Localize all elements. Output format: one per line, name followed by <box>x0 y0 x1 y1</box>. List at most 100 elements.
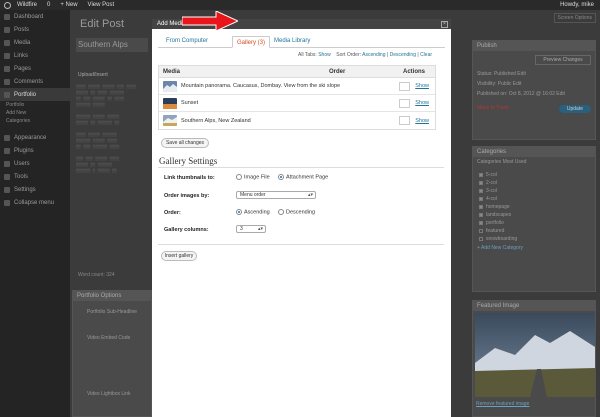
insert-gallery-button[interactable]: Insert gallery <box>161 251 197 261</box>
categories-list: 5-col 2-col 3-col 4-col homepage landscapes po… <box>473 167 595 243</box>
gallery-columns-select[interactable]: 3 ▴▾ <box>236 225 266 233</box>
add-new-category-link[interactable]: + Add New Category <box>473 243 595 253</box>
admin-bar-new[interactable]: + New <box>60 2 77 8</box>
posts-icon <box>4 26 10 33</box>
featured-image-thumbnail[interactable] <box>475 313 595 397</box>
col-actions-header: Actions <box>402 68 425 75</box>
post-title-input[interactable]: Southern Alps <box>76 38 148 52</box>
category-checkbox[interactable] <box>479 236 483 241</box>
categories-tabs[interactable]: Categories Most Used <box>473 157 595 167</box>
move-to-trash-link[interactable]: Move to Trash <box>477 105 509 113</box>
update-button[interactable]: Update <box>558 105 591 113</box>
admin-bar-view-post[interactable]: View Post <box>88 2 115 8</box>
order-input[interactable] <box>399 98 411 108</box>
upload-insert-label[interactable]: Upload/Insert <box>78 72 108 78</box>
show-link[interactable]: Show <box>415 100 429 106</box>
media-title: Southern Alps, New Zealand <box>181 117 251 124</box>
media-icon <box>4 39 10 46</box>
po-field-video-lightbox: Video Lightbox Link <box>87 391 131 397</box>
sidebar-item-posts[interactable]: Posts <box>0 23 70 36</box>
sidebar-item-comments[interactable]: Comments <box>0 75 70 88</box>
sidebar-item-plugins[interactable]: Plugins <box>0 144 70 157</box>
admin-bar-howdy[interactable]: Howdy, mike <box>560 2 594 8</box>
sort-ascending-link[interactable]: Ascending <box>362 52 385 58</box>
comments-icon <box>4 78 10 85</box>
category-item[interactable]: 5-col <box>479 171 595 179</box>
sidebar-item-users[interactable]: Users <box>0 157 70 170</box>
radio-attachment-page[interactable]: Attachment Page <box>278 174 328 180</box>
appearance-icon <box>4 134 10 141</box>
admin-bar-site[interactable]: Wildfire <box>17 2 37 8</box>
order-by-select[interactable]: Menu order ▴▾ <box>236 191 316 199</box>
remove-featured-image-link[interactable]: Remove featured image <box>473 401 595 407</box>
category-checkbox[interactable] <box>479 212 483 217</box>
featured-image-header: Featured Image <box>473 301 595 311</box>
sort-descending-link[interactable]: Descending <box>390 52 416 58</box>
sidebar-collapse-menu[interactable]: Collapse menu <box>0 196 70 209</box>
category-checkbox[interactable] <box>479 180 483 185</box>
category-label: featured <box>486 228 505 234</box>
category-checkbox[interactable] <box>479 204 483 209</box>
show-link[interactable]: Show <box>415 83 429 89</box>
order-input[interactable] <box>399 81 411 91</box>
radio-ascending[interactable]: Ascending <box>236 209 270 215</box>
sort-clear-link[interactable]: Clear <box>420 52 432 58</box>
radio-attachment-page-icon[interactable] <box>278 174 284 180</box>
radio-descending-icon[interactable] <box>278 209 284 215</box>
close-icon[interactable]: × <box>441 20 448 28</box>
sidebar-item-media[interactable]: Media <box>0 36 70 49</box>
tab-media-library[interactable]: Media Library <box>270 35 314 47</box>
category-label: 4-col <box>486 196 497 202</box>
users-icon <box>4 160 10 167</box>
links-icon <box>4 52 10 59</box>
category-checkbox[interactable] <box>479 196 483 201</box>
order-input[interactable] <box>399 116 411 125</box>
tools-icon <box>4 173 10 180</box>
radio-image-file[interactable]: Image File <box>236 174 270 180</box>
tab-gallery[interactable]: Gallery (3) <box>232 36 271 48</box>
sidebar-item-tools[interactable]: Tools <box>0 170 70 183</box>
show-link[interactable]: Show <box>415 118 429 124</box>
sidebar-sub-add-new[interactable]: Add New <box>0 109 70 117</box>
gallery-media-table: Media Order Actions Mountain panorama. C… <box>158 65 436 130</box>
sidebar-item-appearance[interactable]: Appearance <box>0 131 70 144</box>
radio-ascending-icon[interactable] <box>236 209 242 215</box>
table-header: Media Order Actions <box>159 66 435 78</box>
tab-from-computer[interactable]: From Computer <box>162 35 232 47</box>
sidebar-item-dashboard[interactable]: Dashboard <box>0 10 70 23</box>
category-item[interactable]: featured <box>479 227 595 235</box>
category-item[interactable]: 4-col <box>479 195 595 203</box>
category-checkbox[interactable] <box>479 228 483 233</box>
settings-icon <box>4 186 10 193</box>
radio-image-file-icon[interactable] <box>236 174 242 180</box>
radio-descending[interactable]: Descending <box>278 209 315 215</box>
category-item[interactable]: portfolio <box>479 219 595 227</box>
categories-panel: Categories Categories Most Used 5-col 2-c… <box>472 146 596 292</box>
admin-bar-comments[interactable]: 0 <box>47 2 50 8</box>
sidebar-item-portfolio[interactable]: Portfolio <box>0 88 70 101</box>
po-field-subheadline: Portfolio Sub-Headline <box>87 309 138 315</box>
sidebar-item-links[interactable]: Links <box>0 49 70 62</box>
sidebar-sub-portfolio[interactable]: Portfolio <box>0 101 70 109</box>
category-item[interactable]: snowboarding <box>479 235 595 243</box>
sidebar-item-pages[interactable]: Pages <box>0 62 70 75</box>
col-order-header: Order <box>329 68 346 75</box>
link-thumbnails-label: Link thumbnails to: <box>164 175 215 181</box>
category-item[interactable]: 2-col <box>479 179 595 187</box>
category-item[interactable]: homepage <box>479 203 595 211</box>
sidebar-item-settings[interactable]: Settings <box>0 183 70 196</box>
category-checkbox[interactable] <box>479 172 483 177</box>
category-item[interactable]: 3-col <box>479 187 595 195</box>
wordpress-logo-icon[interactable] <box>4 1 11 9</box>
show-all-link[interactable]: Show <box>318 52 331 58</box>
portfolio-options-header: Portfolio Options <box>73 291 151 301</box>
category-item[interactable]: landscapes <box>479 211 595 219</box>
category-label: portfolio <box>486 220 504 226</box>
category-checkbox[interactable] <box>479 188 483 193</box>
category-label: snowboarding <box>486 236 518 242</box>
sidebar-sub-categories[interactable]: Categories <box>0 117 70 125</box>
screen-options-button[interactable]: Screen Options <box>553 13 596 23</box>
save-all-changes-button[interactable]: Save all changes <box>161 138 209 148</box>
category-checkbox[interactable] <box>479 220 483 225</box>
preview-changes-button[interactable]: Preview Changes <box>535 55 591 65</box>
